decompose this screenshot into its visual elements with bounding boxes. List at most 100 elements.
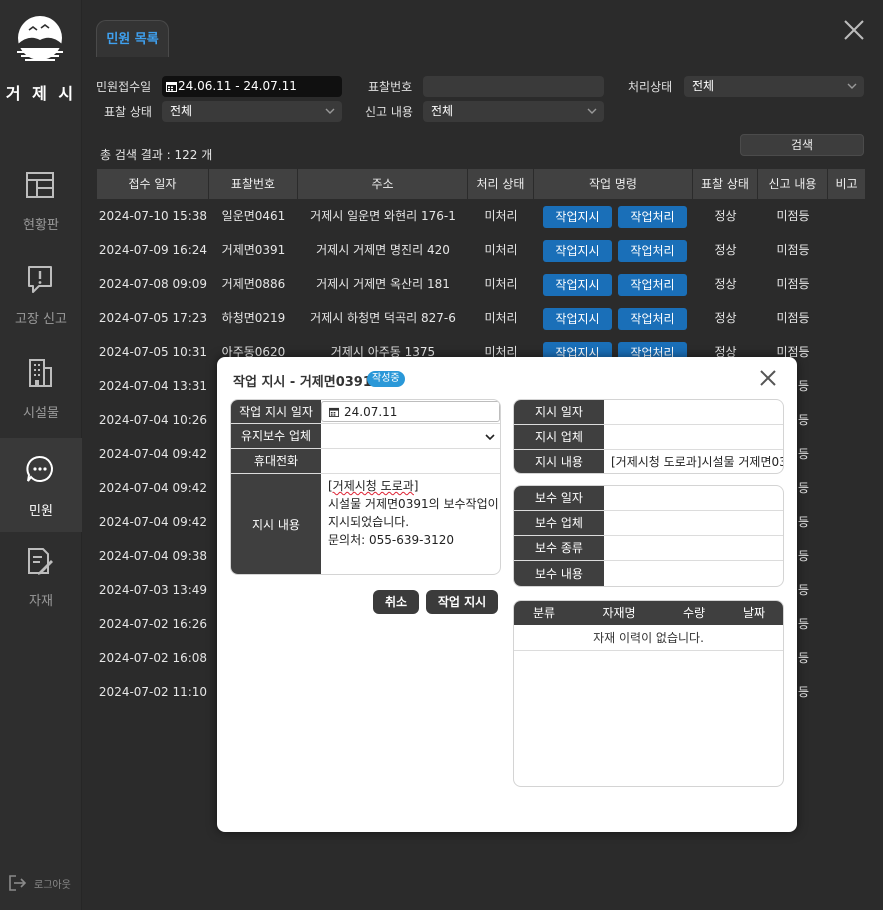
order-row-date: 지시 일자: [514, 400, 783, 425]
repair-content-value: [604, 561, 783, 586]
mat-col-name: 자재명: [602, 606, 636, 620]
chat-icon: [26, 455, 53, 482]
close-icon[interactable]: [758, 368, 778, 388]
plate-status-value: 전체: [170, 104, 193, 118]
mat-col-qty: 수량: [682, 606, 706, 620]
logout-button[interactable]: 로그아웃: [8, 872, 78, 892]
content-line: 문의처: 055-639-3120: [328, 533, 454, 547]
date-range-value: 24.06.11 - 24.07.11: [178, 79, 297, 93]
content-line: 지시되었습니다.: [328, 515, 410, 529]
nav-facility-label: 시설물: [23, 406, 59, 421]
form-date-value: 24.07.11: [344, 405, 398, 419]
cell-date: 2024-07-02 11:10: [98, 685, 208, 699]
plate-status-select[interactable]: 전체: [162, 101, 342, 122]
close-icon[interactable]: [842, 18, 866, 42]
report-content-select[interactable]: 전체: [423, 101, 604, 122]
cell-report-tail: 등: [798, 617, 810, 631]
cell-date: 2024-07-08 09:09: [98, 277, 208, 291]
cell-report-tail: 등: [798, 379, 810, 393]
nav-report-label: 고장 신고: [15, 312, 67, 327]
form-date-label: 작업 지시 일자: [231, 400, 321, 423]
cell-plate-status: 정상: [714, 311, 737, 325]
form-date-input[interactable]: 24.07.11: [321, 401, 500, 422]
repair-type-label: 보수 종류: [514, 536, 604, 560]
order-vendor-label: 지시 업체: [514, 425, 604, 449]
date-filter-label: 민원접수일: [96, 80, 152, 94]
cell-date: 2024-07-03 13:49: [98, 583, 208, 597]
nav-dashboard-label: 현황판: [23, 218, 59, 233]
material-history-table: 분류 자재명 수량 날짜 자재 이력이 없습니다.: [513, 600, 784, 787]
chevron-down-icon: [587, 108, 597, 114]
result-count: 총 검색 결과 : 122 개: [100, 148, 213, 162]
dashboard-icon: [26, 172, 54, 198]
material-table-header: 분류 자재명 수량 날짜: [514, 601, 783, 625]
calendar-icon: [329, 407, 339, 417]
form-row-content: 지시 내용 [거제시청 도로과] 시설물 거제면0391의 보수작업이 지시되었…: [231, 474, 500, 574]
table-row[interactable]: 2024-07-09 16:24 거제면0391 거제시 거제면 명진리 420…: [97, 233, 865, 267]
nav-material[interactable]: 자재: [0, 546, 82, 640]
work-order-modal: 작업 지시 - 거제면0391 작성중 작업 지시 일자 24.07.11 유지…: [217, 357, 797, 832]
status-badge: 작성중: [367, 371, 405, 387]
material-empty-message: 자재 이력이 없습니다.: [514, 625, 783, 651]
cell-date: 2024-07-02 16:08: [98, 651, 208, 665]
cancel-button[interactable]: 취소: [373, 590, 419, 614]
cell-plate-status: 정상: [714, 277, 737, 291]
table-row[interactable]: 2024-07-10 15:38 일운면0461 거제시 일운면 와현리 176…: [97, 199, 865, 233]
work-order-button[interactable]: 작업지시: [543, 308, 612, 330]
repair-date-label: 보수 일자: [514, 486, 604, 510]
order-row-vendor: 지시 업체: [514, 425, 783, 450]
nav-material-label: 자재: [29, 594, 53, 609]
process-status-label: 처리상태: [628, 80, 673, 94]
content-line: 시설물 거제면0391의 보수작업이: [328, 497, 499, 511]
sidebar: 거 제 시 현황판 고장 신고 시설물 민원 자재 로그아웃: [0, 0, 82, 910]
work-order-button[interactable]: 작업지시: [543, 206, 612, 228]
building-icon: [29, 359, 52, 387]
process-status-select[interactable]: 전체: [684, 76, 864, 97]
table-row[interactable]: 2024-07-05 17:23 하청면0219 거제시 하청면 덕곡리 827…: [97, 301, 865, 335]
search-button[interactable]: 검색: [740, 134, 864, 156]
nav-report[interactable]: 고장 신고: [0, 264, 82, 358]
repair-row-date: 보수 일자: [514, 486, 783, 511]
repair-info-panel: 보수 일자 보수 업체 보수 종류 보수 내용: [513, 485, 784, 587]
mat-col-category: 분류: [532, 606, 556, 620]
cell-status: 미처리: [484, 277, 518, 291]
cell-address: 거제시 하청면 덕곡리 827-6: [310, 311, 456, 325]
cell-address: 거제시 일운면 와현리 176-1: [310, 209, 456, 223]
work-order-button[interactable]: 작업지시: [543, 274, 612, 296]
form-content-textarea[interactable]: [거제시청 도로과] 시설물 거제면0391의 보수작업이 지시되었습니다. 문…: [321, 474, 500, 574]
repair-row-type: 보수 종류: [514, 536, 783, 561]
cell-date: 2024-07-04 09:38: [98, 549, 208, 563]
form-row-date: 작업 지시 일자 24.07.11: [231, 400, 500, 424]
repair-content-label: 보수 내용: [514, 561, 604, 586]
col-address: 주소: [298, 169, 468, 199]
col-date: 접수 일자: [97, 169, 209, 199]
modal-title: 작업 지시 - 거제면0391: [233, 375, 372, 390]
content-line: [거제시청 도로과]: [328, 479, 419, 493]
work-process-button[interactable]: 작업처리: [618, 308, 687, 330]
nav-dashboard[interactable]: 현황판: [0, 170, 82, 264]
form-row-vendor: 유지보수 업체: [231, 424, 500, 449]
cell-date: 2024-07-05 10:31: [98, 345, 208, 359]
document-edit-icon: [28, 548, 53, 575]
work-order-button[interactable]: 작업지시: [543, 240, 612, 262]
col-status: 처리 상태: [468, 169, 534, 199]
date-range-input[interactable]: 24.06.11 - 24.07.11: [162, 76, 342, 97]
cell-plate: 거제면0391: [221, 243, 286, 257]
work-process-button[interactable]: 작업처리: [618, 206, 687, 228]
form-phone-input[interactable]: [321, 449, 500, 473]
table-row[interactable]: 2024-07-08 09:09 거제면0886 거제시 거제면 옥산리 181…: [97, 267, 865, 301]
form-vendor-select[interactable]: [321, 424, 500, 448]
repair-type-value: [604, 536, 783, 560]
nav-complaint[interactable]: 민원: [0, 438, 82, 532]
plate-no-input[interactable]: [423, 76, 604, 97]
cell-date: 2024-07-04 10:26: [98, 413, 208, 427]
submit-work-order-button[interactable]: 작업 지시: [426, 590, 498, 614]
col-report: 신고 내용: [758, 169, 828, 199]
cell-report-tail: 등: [798, 549, 810, 563]
cell-date: 2024-07-04 09:42: [98, 447, 208, 461]
repair-row-vendor: 보수 업체: [514, 511, 783, 536]
work-process-button[interactable]: 작업처리: [618, 274, 687, 296]
tab-complaint-list[interactable]: 민원 목록: [96, 20, 169, 57]
work-process-button[interactable]: 작업처리: [618, 240, 687, 262]
repair-date-value: [604, 486, 783, 510]
